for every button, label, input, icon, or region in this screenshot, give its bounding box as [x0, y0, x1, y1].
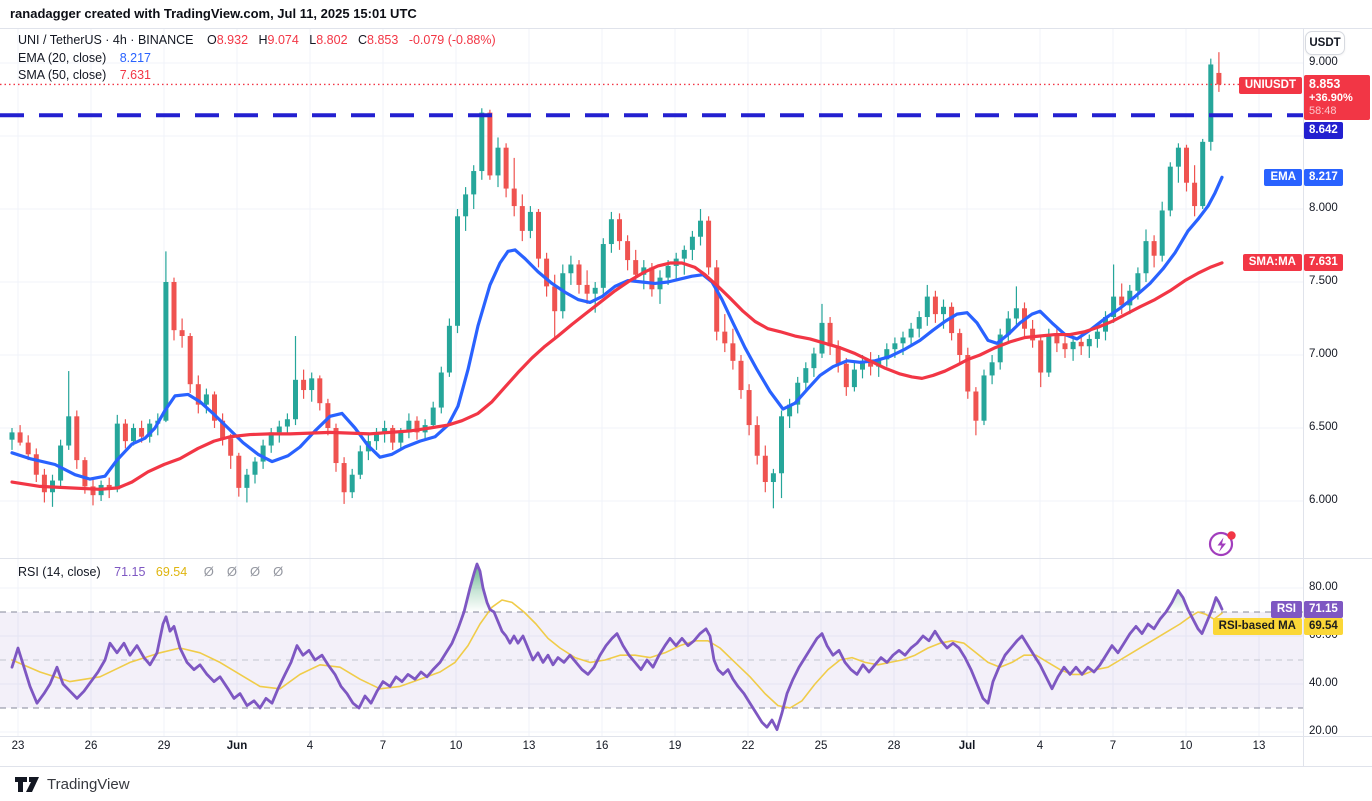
- sma-price-badge[interactable]: 7.631: [1304, 254, 1343, 271]
- time-axis-label: 26: [85, 740, 98, 752]
- header-divider: [0, 28, 1372, 29]
- rsi-tag[interactable]: RSI: [1271, 601, 1302, 618]
- time-axis-label: 4: [307, 740, 313, 752]
- close-value: 8.853: [367, 33, 398, 47]
- candlestick-chart-canvas[interactable]: [0, 0, 1372, 801]
- time-axis-label: 10: [1180, 740, 1193, 752]
- pane-divider[interactable]: [0, 558, 1372, 559]
- rsi-ma-value-badge[interactable]: 69.54: [1304, 618, 1343, 635]
- symbol-tag[interactable]: UNIUSDT: [1239, 77, 1302, 94]
- rsi-empty-slots[interactable]: ØØØØ: [191, 565, 284, 579]
- ema-tag[interactable]: EMA: [1264, 169, 1302, 186]
- symbol-title[interactable]: UNI / TetherUS · 4h · BINANCE: [18, 33, 194, 47]
- price-axis-divider: [1303, 28, 1304, 766]
- time-axis-label: 16: [596, 740, 609, 752]
- time-axis-label: 29: [158, 740, 171, 752]
- ema-value: 8.217: [120, 51, 151, 65]
- sma-legend-row[interactable]: SMA (50, close) 7.631: [18, 68, 151, 82]
- open-value: 8.932: [217, 33, 248, 47]
- price-axis-label: 8.000: [1309, 202, 1338, 214]
- alert-level-badge[interactable]: 8.642: [1304, 122, 1343, 139]
- high-label: H: [259, 33, 268, 47]
- tradingview-logo-icon[interactable]: [14, 774, 40, 794]
- tradingview-brand-text[interactable]: TradingView: [47, 776, 130, 793]
- rsi-axis-label: 20.00: [1309, 725, 1338, 737]
- change-value: -0.079 (-0.88%): [409, 33, 496, 47]
- sma-tag[interactable]: SMA:MA: [1243, 254, 1302, 271]
- time-axis-label: 19: [669, 740, 682, 752]
- rsi-label: RSI (14, close): [18, 565, 101, 579]
- close-label: C: [358, 33, 367, 47]
- time-axis-label: Jun: [227, 740, 247, 752]
- time-axis-label: 7: [1110, 740, 1116, 752]
- ema-label: EMA (20, close): [18, 51, 106, 65]
- sma-label: SMA (50, close): [18, 68, 106, 82]
- ema-price-badge[interactable]: 8.217: [1304, 169, 1343, 186]
- last-price-badge[interactable]: 8.853 +36.90% 58:48: [1304, 75, 1370, 120]
- rsi-ma-tag[interactable]: RSI-based MA: [1213, 618, 1302, 635]
- bar-countdown: 58:48: [1309, 105, 1365, 118]
- rsi-value-badge[interactable]: 71.15: [1304, 601, 1343, 618]
- time-axis-label: 25: [815, 740, 828, 752]
- time-axis-label: 13: [1253, 740, 1266, 752]
- rsi-axis-label: 40.00: [1309, 677, 1338, 689]
- price-axis-label: 6.500: [1309, 421, 1338, 433]
- rsi-value: 71.15: [114, 565, 145, 579]
- price-axis-label: 9.000: [1309, 56, 1338, 68]
- ema-legend-row[interactable]: EMA (20, close) 8.217: [18, 51, 151, 65]
- time-axis-label: 4: [1037, 740, 1043, 752]
- currency-toggle-button[interactable]: USDT: [1305, 31, 1345, 55]
- time-axis-label: 10: [450, 740, 463, 752]
- high-value: 9.074: [268, 33, 299, 47]
- price-axis-label: 6.000: [1309, 494, 1338, 506]
- rsi-ma-value: 69.54: [156, 565, 187, 579]
- low-value: 8.802: [316, 33, 347, 47]
- footer-bar: TradingView: [0, 767, 1372, 801]
- rsi-axis-label: 80.00: [1309, 581, 1338, 593]
- last-price: 8.853: [1309, 77, 1365, 92]
- flash-alert-icon[interactable]: [1207, 528, 1239, 558]
- time-axis-divider: [0, 736, 1372, 737]
- rsi-legend-row[interactable]: RSI (14, close) 71.15 69.54 ØØØØ: [18, 564, 283, 579]
- change-percent: +36.90%: [1309, 92, 1365, 105]
- price-axis-label: 7.000: [1309, 348, 1338, 360]
- sma-value: 7.631: [120, 68, 151, 82]
- time-axis-label: 23: [12, 740, 25, 752]
- time-axis-label: 28: [888, 740, 901, 752]
- time-axis-label: 13: [523, 740, 536, 752]
- time-axis-label: 22: [742, 740, 755, 752]
- price-axis-label: 7.500: [1309, 275, 1338, 287]
- time-axis-label: Jul: [959, 740, 976, 752]
- symbol-legend-row[interactable]: UNI / TetherUS · 4h · BINANCE O8.932 H9.…: [18, 33, 496, 47]
- open-label: O: [207, 33, 217, 47]
- time-axis-label: 7: [380, 740, 386, 752]
- tradingview-chart-window: ranadagger created with TradingView.com,…: [0, 0, 1372, 801]
